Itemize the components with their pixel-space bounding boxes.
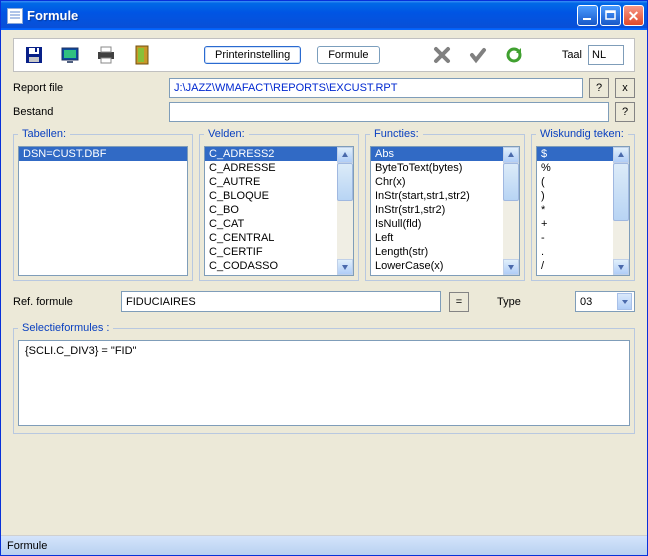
bestand-label: Bestand: [13, 106, 163, 118]
list-item[interactable]: C_CERTIF: [205, 245, 337, 259]
list-item[interactable]: C_CODASSO: [205, 259, 337, 273]
list-item[interactable]: C_BLOQUE: [205, 189, 337, 203]
toolbar: Printerinstelling Formule Taal: [13, 38, 635, 72]
scroll-up-icon[interactable]: [337, 147, 353, 163]
type-select[interactable]: 03: [575, 291, 635, 312]
list-item[interactable]: ): [537, 189, 613, 203]
tabellen-listbox[interactable]: DSN=CUST.DBF: [19, 147, 187, 275]
type-value: 03: [580, 296, 592, 308]
list-item[interactable]: IsNull(fld): [371, 217, 503, 231]
printer-icon[interactable]: [96, 45, 116, 65]
list-item[interactable]: $: [537, 147, 613, 161]
list-item[interactable]: C_CODEBOF: [205, 273, 337, 275]
list-item[interactable]: NumericText(str): [371, 273, 503, 275]
list-item[interactable]: /: [537, 259, 613, 273]
list-item[interactable]: -: [537, 231, 613, 245]
list-item[interactable]: C_BO: [205, 203, 337, 217]
bestand-help-button[interactable]: ?: [615, 102, 635, 122]
list-item[interactable]: InStr(start,str1,str2): [371, 189, 503, 203]
list-item[interactable]: C_CENTRAL: [205, 231, 337, 245]
functies-legend: Functies:: [370, 128, 423, 140]
refresh-icon[interactable]: [504, 45, 524, 65]
maximize-button[interactable]: [600, 5, 621, 26]
list-item[interactable]: Abs: [371, 147, 503, 161]
list-item[interactable]: .: [537, 245, 613, 259]
velden-scrollbar[interactable]: [337, 147, 353, 275]
scroll-down-icon[interactable]: [337, 259, 353, 275]
list-item[interactable]: *: [537, 203, 613, 217]
selectie-textarea[interactable]: [18, 340, 630, 426]
group-velden: Velden: C_ADRESS2C_ADRESSEC_AUTREC_BLOQU…: [199, 128, 359, 281]
list-item[interactable]: C_ADRESS2: [205, 147, 337, 161]
list-item[interactable]: LowerCase(x): [371, 259, 503, 273]
list-item[interactable]: DSN=CUST.DBF: [19, 147, 187, 161]
list-item[interactable]: C_CAT: [205, 217, 337, 231]
monitor-icon[interactable]: [60, 45, 80, 65]
door-exit-icon[interactable]: [132, 45, 152, 65]
tabellen-legend: Tabellen:: [18, 128, 70, 140]
taal-label: Taal: [562, 49, 582, 61]
group-selectieformules: Selectieformules :: [13, 322, 635, 434]
list-item[interactable]: Chr(x): [371, 175, 503, 189]
list-item[interactable]: Length(str): [371, 245, 503, 259]
functies-scrollbar[interactable]: [503, 147, 519, 275]
list-item[interactable]: ByteToText(bytes): [371, 161, 503, 175]
check-icon[interactable]: [468, 45, 488, 65]
titlebar: Formule ✕: [1, 1, 647, 30]
formule-button[interactable]: Formule: [317, 46, 379, 64]
cancel-x-icon[interactable]: [432, 45, 452, 65]
report-help-button[interactable]: ?: [589, 78, 609, 98]
scroll-up-icon[interactable]: [503, 147, 519, 163]
list-item[interactable]: (: [537, 175, 613, 189]
save-icon[interactable]: [24, 45, 44, 65]
wiskundig-listbox[interactable]: $%()*+-./:=: [537, 147, 613, 275]
ref-formule-input[interactable]: [121, 291, 441, 312]
report-clear-button[interactable]: x: [615, 78, 635, 98]
status-text: Formule: [7, 540, 47, 552]
scroll-down-icon[interactable]: [503, 259, 519, 275]
list-item[interactable]: C_AUTRE: [205, 175, 337, 189]
printerinstelling-button[interactable]: Printerinstelling: [204, 46, 301, 64]
close-button[interactable]: ✕: [623, 5, 644, 26]
ref-formule-label: Ref. formule: [13, 296, 113, 308]
scroll-up-icon[interactable]: [613, 147, 629, 163]
report-file-label: Report file: [13, 82, 163, 94]
list-item[interactable]: C_ADRESSE: [205, 161, 337, 175]
functies-listbox[interactable]: AbsByteToText(bytes)Chr(x)InStr(start,st…: [371, 147, 503, 275]
list-item[interactable]: :=: [537, 273, 613, 275]
statusbar: Formule: [1, 535, 647, 555]
window-title: Formule: [27, 8, 577, 23]
velden-listbox[interactable]: C_ADRESS2C_ADRESSEC_AUTREC_BLOQUEC_BOC_C…: [205, 147, 337, 275]
wiskundig-scrollbar[interactable]: [613, 147, 629, 275]
dropdown-arrow-icon: [617, 293, 632, 310]
list-item[interactable]: Left: [371, 231, 503, 245]
list-item[interactable]: +: [537, 217, 613, 231]
app-icon: [7, 8, 23, 24]
list-item[interactable]: %: [537, 161, 613, 175]
group-wiskundig: Wiskundig teken: $%()*+-./:=: [531, 128, 635, 281]
list-item[interactable]: InStr(str1,str2): [371, 203, 503, 217]
minimize-button[interactable]: [577, 5, 598, 26]
velden-legend: Velden:: [204, 128, 249, 140]
selectie-legend: Selectieformules :: [18, 322, 113, 334]
wiskundig-legend: Wiskundig teken:: [536, 128, 628, 140]
bestand-input[interactable]: [169, 102, 609, 122]
taal-input[interactable]: [588, 45, 624, 65]
group-tabellen: Tabellen: DSN=CUST.DBF: [13, 128, 193, 281]
type-label: Type: [497, 296, 521, 308]
group-functies: Functies: AbsByteToText(bytes)Chr(x)InSt…: [365, 128, 525, 281]
scroll-down-icon[interactable]: [613, 259, 629, 275]
equals-button[interactable]: =: [449, 292, 469, 312]
report-file-input[interactable]: [169, 78, 583, 98]
